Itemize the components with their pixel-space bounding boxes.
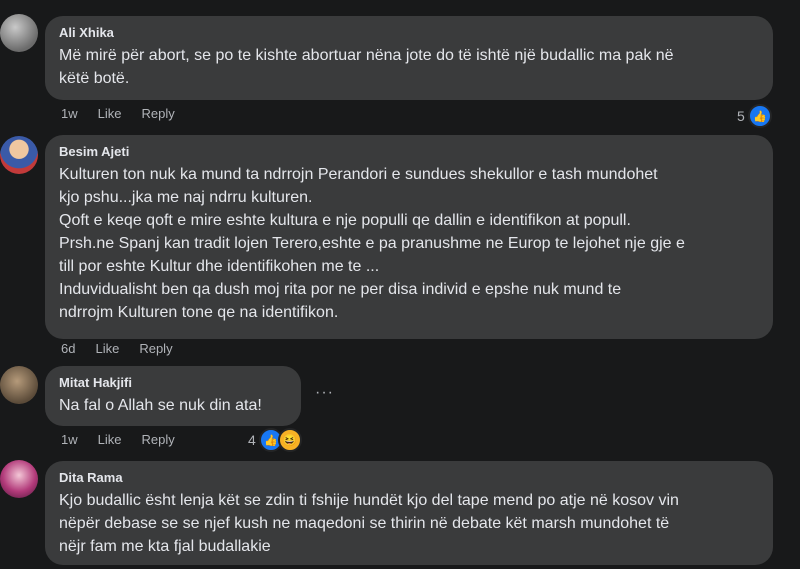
like-button[interactable]: Like bbox=[95, 341, 119, 356]
comment-text: Kulturen ton nuk ka mund ta ndrrojn Pera… bbox=[59, 166, 685, 321]
reaction-summary[interactable]: 4 👍 😆 bbox=[248, 428, 302, 452]
comment-author[interactable]: Dita Rama bbox=[59, 470, 759, 485]
reaction-summary[interactable]: 5 👍 bbox=[737, 104, 772, 128]
comment-text: Na fal o Allah se nuk din ata! bbox=[59, 397, 262, 414]
comment-bubble: Dita Rama Kjo budallic ësht lenja kët se… bbox=[45, 461, 773, 565]
comment-author[interactable]: Ali Xhika bbox=[59, 25, 759, 40]
reply-button[interactable]: Reply bbox=[139, 341, 172, 356]
comment-actions: 6d Like Reply bbox=[61, 341, 173, 356]
avatar[interactable] bbox=[0, 460, 38, 498]
avatar[interactable] bbox=[0, 14, 38, 52]
more-options-icon[interactable]: ··· bbox=[315, 384, 334, 402]
comment-bubble: Mitat Hakjifi Na fal o Allah se nuk din … bbox=[45, 366, 301, 426]
reply-button[interactable]: Reply bbox=[141, 432, 174, 447]
comment-text: Kjo budallic ësht lenja kët se zdin ti f… bbox=[59, 492, 679, 555]
comment-actions: 1w Like Reply bbox=[61, 432, 175, 447]
thumbs-up-icon: 👍 bbox=[747, 104, 772, 128]
reply-button[interactable]: Reply bbox=[141, 106, 174, 121]
reaction-count: 5 bbox=[737, 108, 745, 124]
comment-author[interactable]: Besim Ajeti bbox=[59, 144, 759, 159]
comment-bubble: Ali Xhika Më mirë për abort, se po te ki… bbox=[45, 16, 773, 100]
comment-timestamp[interactable]: 1w bbox=[61, 432, 78, 447]
haha-emoji-icon: 😆 bbox=[277, 428, 302, 452]
reaction-count: 4 bbox=[248, 432, 256, 448]
comment-timestamp[interactable]: 6d bbox=[61, 341, 75, 356]
like-button[interactable]: Like bbox=[98, 432, 122, 447]
like-button[interactable]: Like bbox=[98, 106, 122, 121]
comment-author[interactable]: Mitat Hakjifi bbox=[59, 375, 287, 390]
comment-timestamp[interactable]: 1w bbox=[61, 106, 78, 121]
avatar[interactable] bbox=[0, 136, 38, 174]
avatar[interactable] bbox=[0, 366, 38, 404]
comment-actions: 1w Like Reply bbox=[61, 106, 175, 121]
comment-text: Më mirë për abort, se po te kishte abort… bbox=[59, 47, 674, 87]
comment-bubble: Besim Ajeti Kulturen ton nuk ka mund ta … bbox=[45, 135, 773, 339]
